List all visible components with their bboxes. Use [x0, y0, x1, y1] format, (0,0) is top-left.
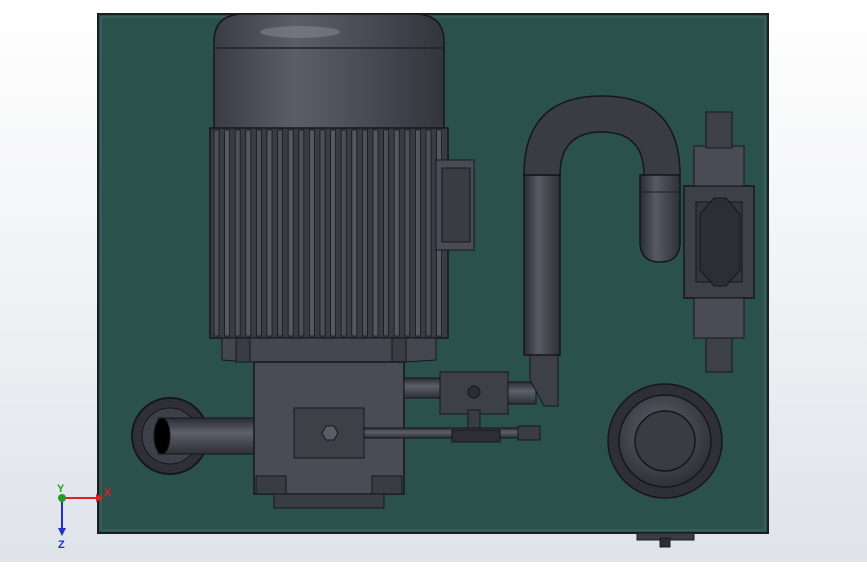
- cooling-fin: [298, 129, 305, 337]
- cooling-fin: [319, 129, 326, 337]
- electric-motor[interactable]: [209, 13, 475, 365]
- cooling-fin: [383, 129, 390, 337]
- cooling-fin: [224, 129, 231, 337]
- cooling-fin: [393, 129, 400, 337]
- cooling-fin: [414, 129, 421, 337]
- cooling-fin: [425, 129, 432, 337]
- drain-plug[interactable]: [636, 532, 695, 548]
- filler-breather-cap[interactable]: [607, 383, 723, 499]
- cooling-fin: [351, 129, 358, 337]
- terminal-box[interactable]: [435, 159, 475, 251]
- cooling-fin: [404, 129, 411, 337]
- x-axis-label: X: [104, 487, 112, 499]
- cooling-fin: [372, 129, 379, 337]
- cooling-fin: [245, 129, 252, 337]
- directional-valve[interactable]: [683, 111, 755, 373]
- cooling-fin: [340, 129, 347, 337]
- triad-origin: [58, 494, 66, 502]
- cooling-fin: [234, 129, 241, 337]
- cooling-fin: [277, 129, 284, 337]
- 3d-viewport[interactable]: X Y Z: [0, 0, 867, 562]
- z-axis-label: Z: [58, 539, 65, 551]
- cooling-fin: [255, 129, 262, 337]
- cooling-fin: [308, 129, 315, 337]
- cooling-fin: [266, 129, 273, 337]
- y-axis-label: Y: [57, 483, 65, 495]
- model-canvas[interactable]: X Y Z: [0, 0, 867, 562]
- cooling-fin: [361, 129, 368, 337]
- cooling-fin: [287, 129, 294, 337]
- cooling-fin: [330, 129, 337, 337]
- cooling-fin: [213, 129, 220, 337]
